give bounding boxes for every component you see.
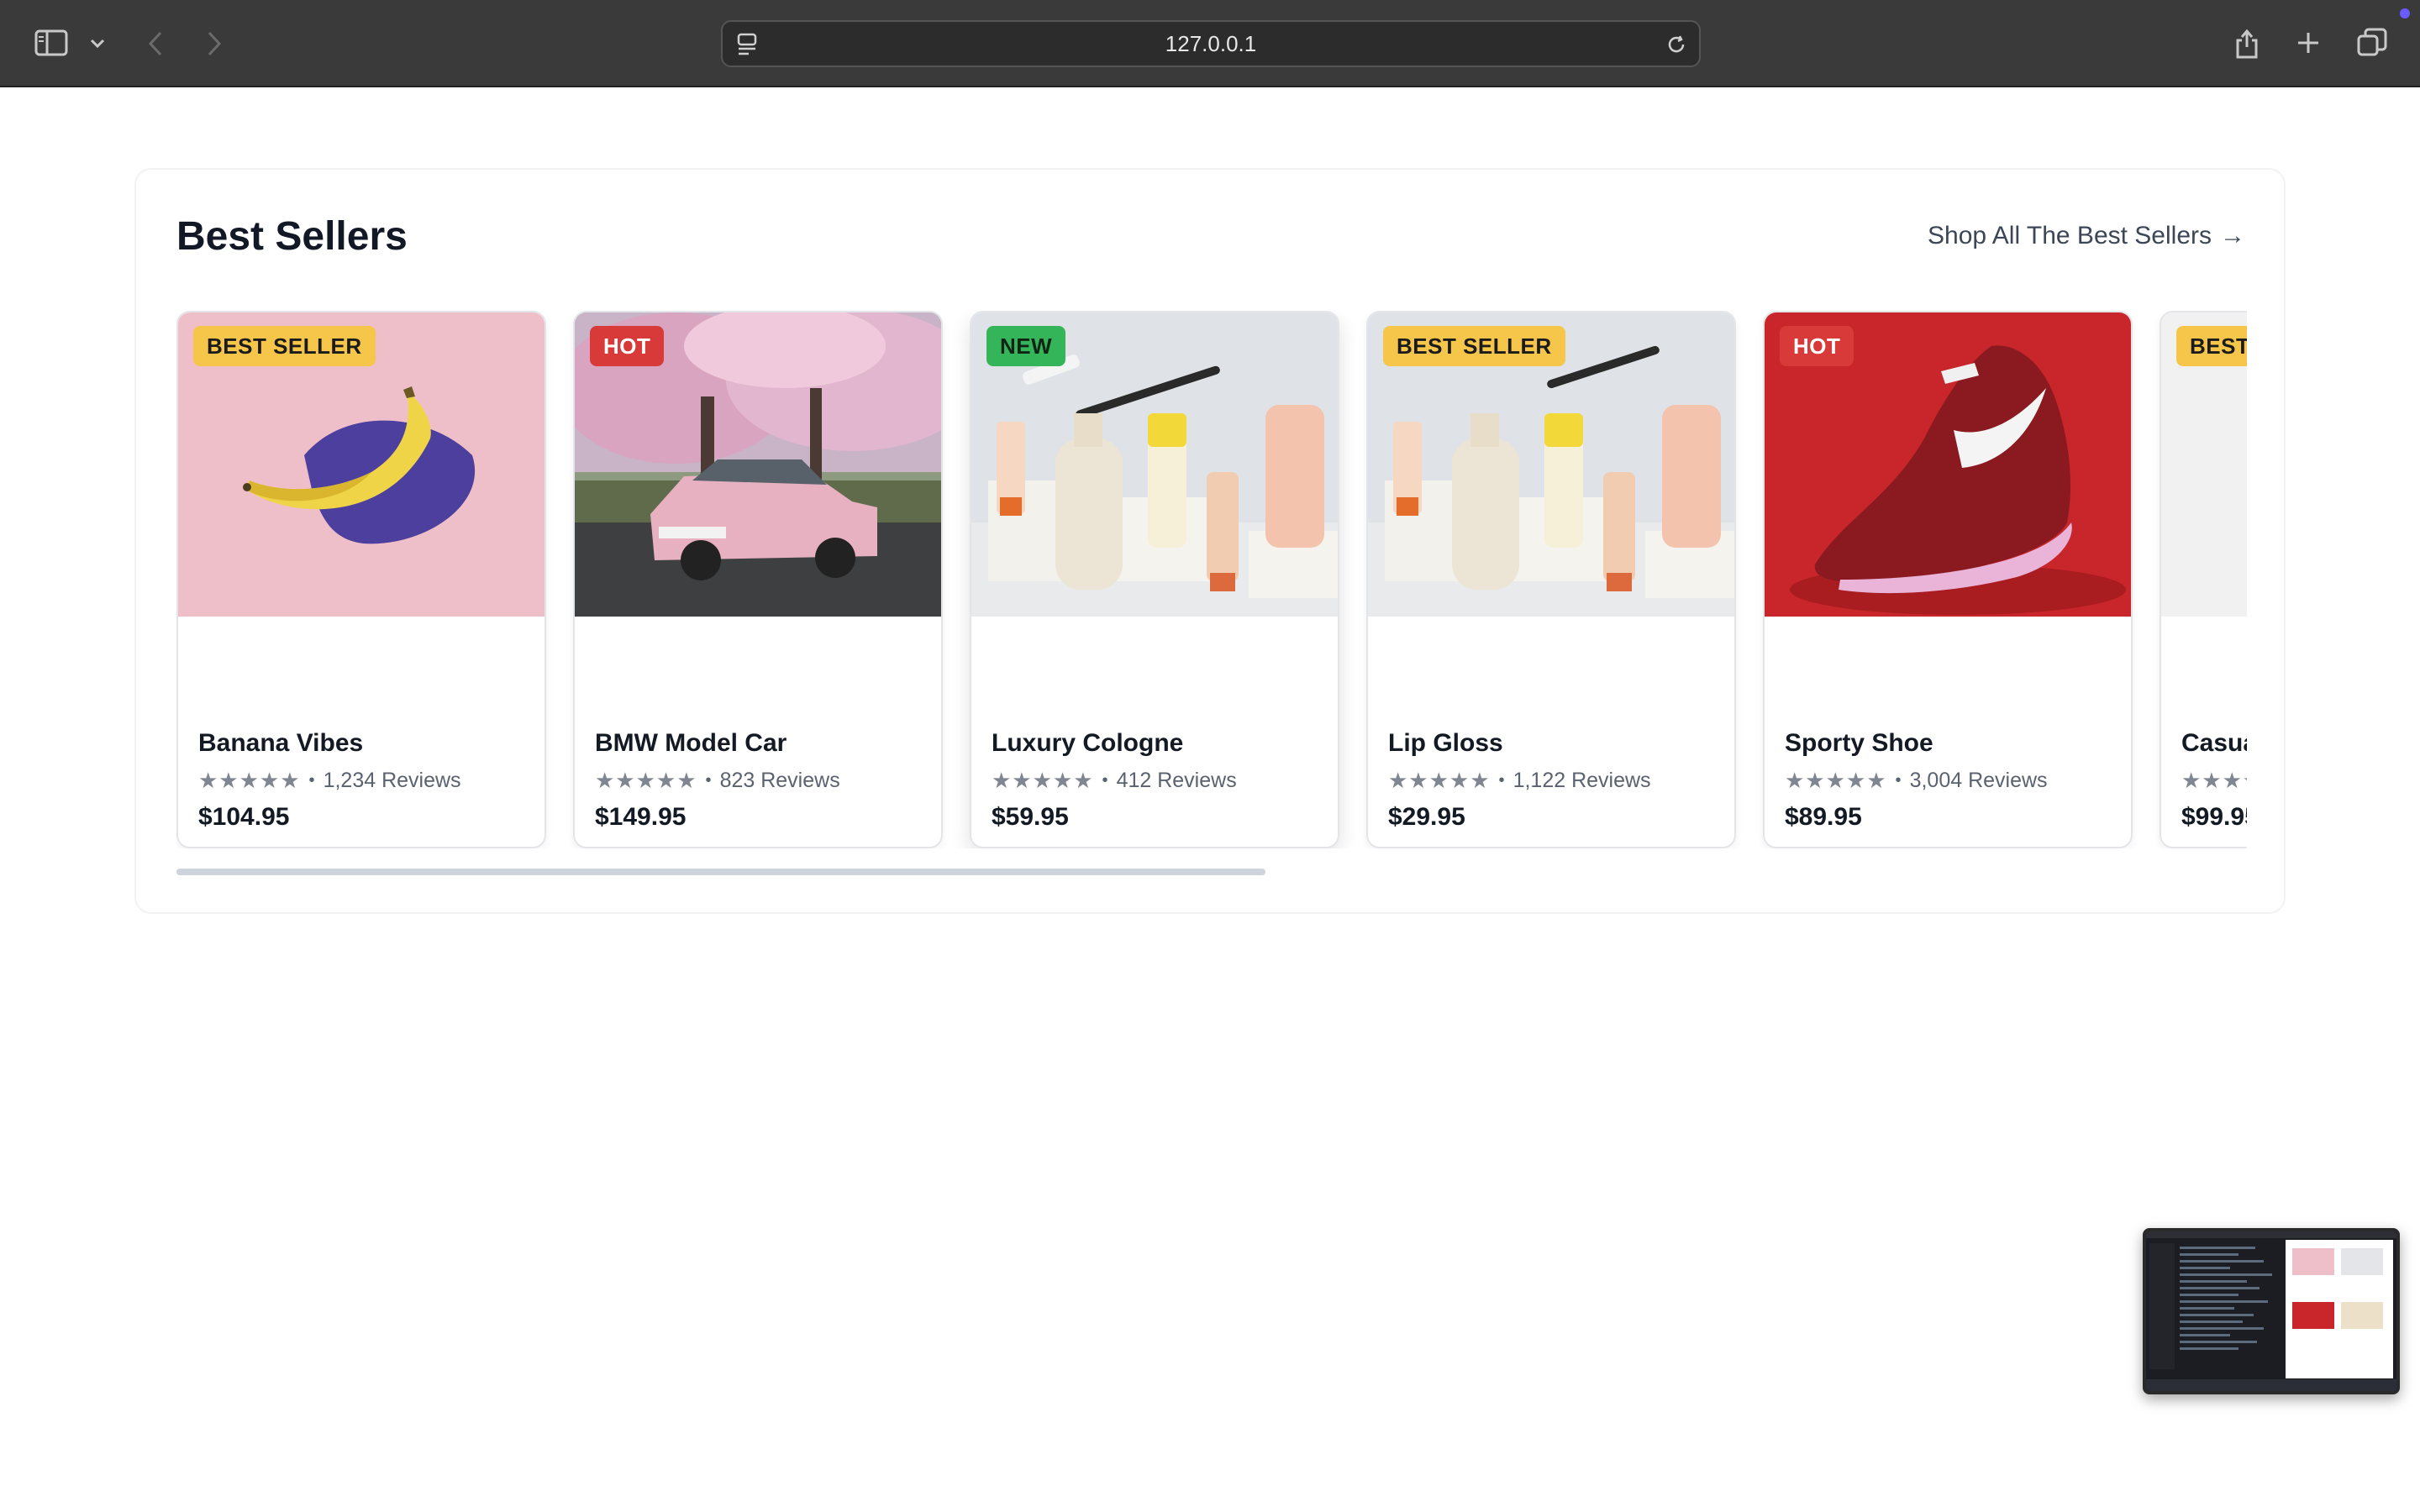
star-rating-icon: ★★★★★ [595, 768, 697, 793]
carousel-scrollbar[interactable] [176, 869, 1265, 875]
product-name[interactable]: Lip Gloss [1388, 729, 1503, 758]
section-title: Best Sellers [176, 214, 408, 259]
star-rating-icon: ★★★★★ [992, 768, 1094, 793]
arrow-right-icon: → [2220, 222, 2245, 249]
product-price: $59.95 [992, 803, 1069, 831]
product-card[interactable]: BEST SELLER Lip Gloss ★★★★★ • 1,122 Revi… [1366, 311, 1736, 848]
product-card[interactable]: BEST SELLER Banana Vibes ★★★★★ • 1,234 R… [176, 311, 546, 848]
product-card[interactable]: HOT BMW Model Car ★★★★★ • 823 Reviews $1… [573, 311, 943, 848]
url-text[interactable]: 127.0.0.1 [723, 22, 1699, 66]
product-rating: ★★★★★ • 412 Reviews [992, 768, 1237, 794]
review-count: 3,004 Reviews [1909, 769, 2048, 792]
product-price: $104.95 [198, 803, 290, 831]
chevron-down-icon[interactable] [87, 34, 108, 54]
product-price: $89.95 [1785, 803, 1862, 831]
product-image-banana: BEST SELLER [178, 312, 544, 617]
product-rating: ★★★★★ • 1,234 Reviews [198, 768, 461, 794]
separator: • [1498, 771, 1505, 790]
product-rating: ★★★★★ • 823 Reviews [595, 768, 840, 794]
review-count: 1,234 Reviews [323, 769, 461, 792]
product-image-cosmetics: BEST SELLER [1368, 312, 1734, 617]
product-name[interactable]: Luxury Cologne [992, 729, 1183, 758]
review-count: 823 Reviews [719, 769, 840, 792]
browser-toolbar: 127.0.0.1 [0, 0, 2420, 87]
best-sellers-section: Best Sellers Shop All The Best Sellers →… [134, 168, 2286, 914]
product-card[interactable]: BEST SELLER Casual Shoe ★★★★★ • $99.95 [2160, 311, 2247, 848]
share-icon[interactable] [2232, 25, 2262, 60]
shop-all-link[interactable]: Shop All The Best Sellers → [1928, 222, 2245, 250]
sidebar-icon[interactable] [34, 29, 69, 57]
star-rating-icon: ★★★★★ [1388, 768, 1491, 793]
separator: • [1102, 771, 1108, 790]
product-name[interactable]: BMW Model Car [595, 729, 786, 758]
product-image-red-shoe: HOT [1765, 312, 2131, 617]
separator: • [705, 771, 712, 790]
product-badge: HOT [1780, 326, 1854, 366]
new-tab-icon[interactable] [2294, 29, 2323, 57]
separator: • [1895, 771, 1902, 790]
product-badge: HOT [590, 326, 665, 366]
review-count: 1,122 Reviews [1512, 769, 1651, 792]
product-carousel[interactable]: BEST SELLER Banana Vibes ★★★★★ • 1,234 R… [176, 311, 2247, 848]
product-badge: BEST SELLER [2176, 326, 2247, 366]
tab-overview-icon[interactable] [2356, 27, 2388, 59]
star-rating-icon: ★★★★★ [2181, 768, 2247, 793]
star-rating-icon: ★★★★★ [198, 768, 301, 793]
product-price: $99.95 [2181, 803, 2247, 831]
forward-icon[interactable] [202, 29, 227, 59]
product-image-pink-car: HOT [575, 312, 941, 617]
notification-dot [2400, 8, 2410, 18]
product-image-white: BEST SELLER [2161, 312, 2247, 617]
back-icon[interactable] [143, 29, 168, 59]
product-card[interactable]: HOT Sporty Shoe ★★★★★ • 3,004 Reviews $8… [1763, 311, 2133, 848]
address-bar[interactable]: 127.0.0.1 [721, 20, 1701, 67]
product-rating: ★★★★★ • [2181, 768, 2247, 794]
review-count: 412 Reviews [1116, 769, 1237, 792]
product-price: $29.95 [1388, 803, 1465, 831]
product-rating: ★★★★★ • 3,004 Reviews [1785, 768, 2048, 794]
product-card[interactable]: NEW Luxury Cologne ★★★★★ • 412 Reviews $… [970, 311, 1339, 848]
product-badge: BEST SELLER [1383, 326, 1565, 366]
product-rating: ★★★★★ • 1,122 Reviews [1388, 768, 1651, 794]
product-name[interactable]: Sporty Shoe [1785, 729, 1933, 758]
product-badge: NEW [986, 326, 1066, 366]
reload-icon[interactable] [1664, 32, 1689, 57]
shop-all-label: Shop All The Best Sellers [1928, 222, 2212, 249]
product-name[interactable]: Casual Shoe [2181, 729, 2247, 758]
star-rating-icon: ★★★★★ [1785, 768, 1887, 793]
product-badge: BEST SELLER [193, 326, 376, 366]
product-image-cosmetics: NEW [971, 312, 1338, 617]
screenshot-thumbnail[interactable] [2143, 1228, 2400, 1394]
product-price: $149.95 [595, 803, 687, 831]
product-name[interactable]: Banana Vibes [198, 729, 363, 758]
separator: • [308, 771, 315, 790]
